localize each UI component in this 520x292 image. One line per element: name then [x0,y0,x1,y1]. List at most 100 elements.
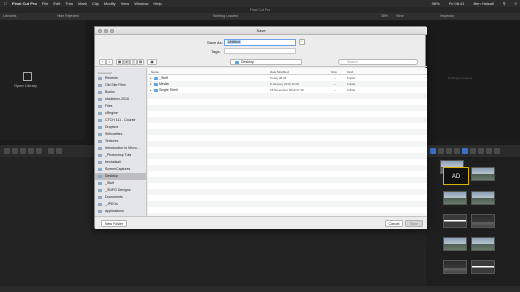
tags-field[interactable] [224,48,296,54]
sidebar-item[interactable]: _Stuff [95,180,146,187]
view-dropdown[interactable]: View [396,14,404,18]
sidebar-item[interactable]: Documents [95,194,146,201]
column-kind[interactable]: Kind [347,70,353,74]
sidebar-item[interactable]: _SNPO Designs [95,187,146,194]
sidebar-item[interactable]: benhalsall [95,159,146,166]
effect-thumbnail[interactable] [471,214,495,228]
save-button[interactable]: Save [405,220,423,227]
menu-list-icon[interactable]: ≡ [515,1,517,6]
timeline-tool-icon[interactable] [20,148,26,154]
apple-icon[interactable]:  [4,1,7,6]
list-view-button[interactable]: ≡ [123,59,130,65]
expand-toggle-icon[interactable]: ⌃ [299,39,305,45]
sidebar-item[interactable]: studiobox-2016 [95,96,146,103]
column-view-button[interactable]: ◫ [130,59,137,65]
sidebar-item-label: ScreenCaptures [105,167,131,171]
effect-thumbnail[interactable] [471,191,495,205]
timeline-tool-icon[interactable] [430,148,436,154]
timeline-tool-icon[interactable] [438,148,444,154]
menu-app[interactable]: Final Cut Pro [12,1,37,6]
column-name[interactable]: Name [151,70,159,74]
sidebar-item[interactable]: Applications [95,208,146,215]
search-field[interactable]: Search [338,59,418,65]
battery-status[interactable]: 98% [432,1,440,6]
timeline-tool-icon[interactable] [28,148,34,154]
sidebar-item[interactable]: Recents [95,75,146,82]
sidebar-item[interactable]: Books [95,89,146,96]
effect-thumbnail[interactable] [443,191,467,205]
sidebar-item[interactable]: Files [95,103,146,110]
effect-thumbnail[interactable] [471,167,495,181]
folder-icon [98,153,102,157]
sidebar-item[interactable]: Textures [95,138,146,145]
effect-thumbnail[interactable] [443,214,467,228]
effect-thumbnail[interactable] [471,260,495,274]
filter-dropdown[interactable]: Hide Rejected [57,14,79,18]
clock[interactable]: Fri 08:41 [449,1,465,6]
cancel-button[interactable]: Cancel [385,220,403,227]
gallery-view-button[interactable]: ▤ [137,59,144,65]
folder-icon [98,83,102,87]
timeline-tool-icon[interactable] [478,148,484,154]
zoom-level[interactable]: 38% [381,14,388,18]
back-button[interactable]: ‹ [99,59,106,65]
timeline-tool-icon[interactable] [494,148,500,154]
sidebar-item[interactable]: ScreenCaptures [95,166,146,173]
column-size[interactable]: Size [331,70,337,74]
sidebar-item[interactable]: Introduction to Micro... [95,145,146,152]
menu-bar:  Final Cut Pro File Edit Trim Mark Clip… [0,0,520,7]
open-library-label[interactable]: Open Library [14,83,37,88]
sidebar-item[interactable]: _Photoshop Tuts [95,152,146,159]
timeline-tool-icon[interactable] [454,148,460,154]
search-icon[interactable]: ⚲ [503,1,506,6]
menu-trim[interactable]: Trim [65,1,73,6]
disclosure-triangle-icon[interactable]: ▸ [150,87,152,93]
save-as-field[interactable]: Untitled [224,38,296,46]
menu-window[interactable]: Window [134,1,148,6]
timeline-tool-icon[interactable] [486,148,492,154]
folder-icon [235,60,239,64]
zoom-icon[interactable] [110,29,114,33]
sidebar-item[interactable]: CTCH 111 - Course [95,117,146,124]
file-row[interactable]: ▸ Single Shell 18 November 2019 07:46 -- Fol… [148,87,427,93]
menu-mark[interactable]: Mark [78,1,87,6]
new-folder-button[interactable]: New Folder [101,220,127,227]
group-button[interactable]: ▣ [147,59,157,65]
close-icon[interactable] [98,29,102,33]
save-dialog: Save Save As: Untitled ⌃ Tags: ‹ › ▦ ≡ ◫… [94,26,427,229]
effect-thumbnail[interactable] [443,237,467,251]
effect-thumbnail[interactable] [471,237,495,251]
timeline-tool-icon[interactable] [462,148,468,154]
timeline-tool-icon[interactable] [12,148,18,154]
sidebar-item[interactable]: cRegine [95,110,146,117]
open-library-icon[interactable] [23,72,32,81]
menu-modify[interactable]: Modify [104,1,116,6]
effect-thumbnail[interactable]: AD [443,167,469,185]
timeline-tool-icon[interactable] [48,148,54,154]
menu-view[interactable]: View [121,1,130,6]
menu-file[interactable]: File [42,1,48,6]
timeline-tool-icon[interactable] [36,148,42,154]
location-popup[interactable]: Desktop [230,59,302,65]
timeline-tool-icon[interactable] [4,148,10,154]
sidebar-item[interactable]: Dropbox [95,124,146,131]
sidebar-item[interactable]: Old Site Files [95,82,146,89]
timeline-tool-icon[interactable] [446,148,452,154]
sidebar-item[interactable]: _JPEGs [95,201,146,208]
folder-icon [98,188,102,192]
forward-button[interactable]: › [106,59,113,65]
timeline-tool-icon[interactable] [470,148,476,154]
menu-help[interactable]: Help [154,1,162,6]
minimize-icon[interactable] [104,29,108,33]
sidebar-item[interactable]: Silhouettes [95,131,146,138]
location-label: Desktop [241,60,254,64]
icon-view-button[interactable]: ▦ [116,59,123,65]
user-name[interactable]: Ben Halsall [473,1,493,6]
libraries-label[interactable]: Libraries [3,14,16,18]
sidebar-item[interactable]: Desktop [95,173,146,180]
timeline-tool-icon[interactable] [56,148,62,154]
effect-thumbnail[interactable] [443,260,467,274]
menu-clip[interactable]: Clip [92,1,99,6]
menu-edit[interactable]: Edit [53,1,60,6]
column-date-modified[interactable]: Date Modified [270,70,289,74]
